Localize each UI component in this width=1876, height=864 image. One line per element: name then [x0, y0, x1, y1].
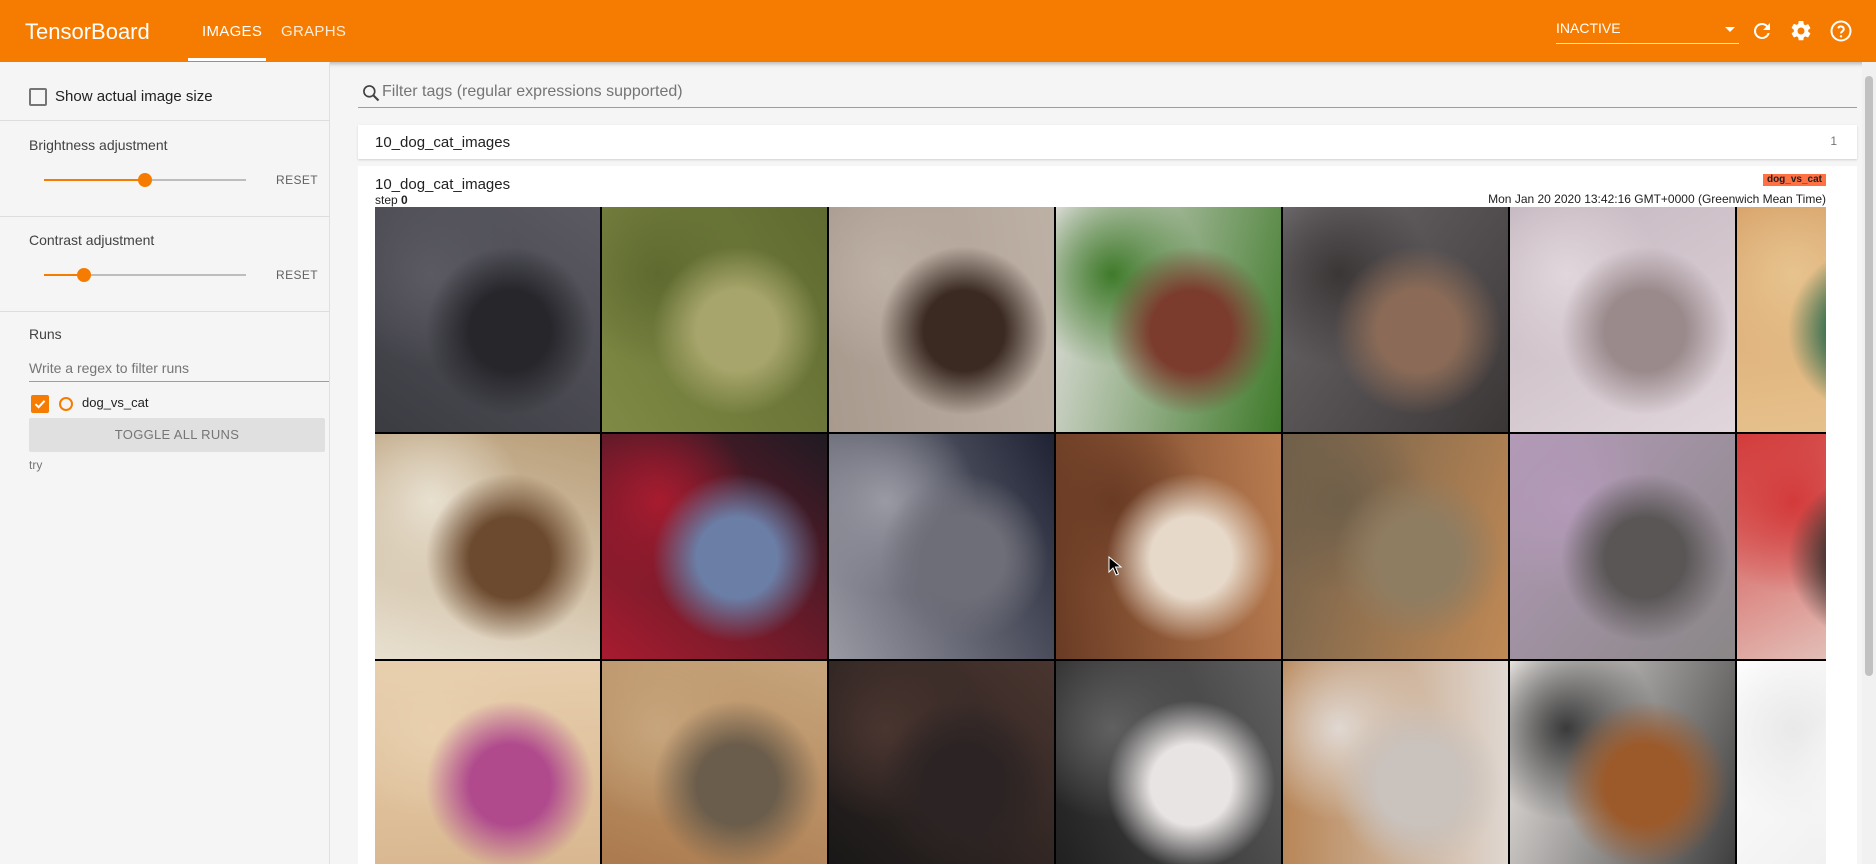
brightness-reset-button[interactable]: RESET [276, 173, 318, 187]
runs-filter-input[interactable]: Write a regex to filter runs [29, 358, 329, 382]
image-thumbnail[interactable] [602, 207, 827, 432]
toggle-all-runs-button[interactable]: TOGGLE ALL RUNS [29, 418, 325, 452]
run-name-dog-vs-cat[interactable]: dog_vs_cat [82, 395, 149, 410]
image-thumbnail[interactable] [602, 434, 827, 659]
brightness-slider[interactable] [44, 173, 246, 187]
image-thumbnail[interactable] [829, 434, 1054, 659]
show-actual-size-label[interactable]: Show actual image size [55, 88, 213, 105]
image-thumbnail[interactable] [1510, 661, 1735, 864]
image-thumbnail[interactable] [1510, 434, 1735, 659]
contrast-slider-thumb[interactable] [77, 268, 91, 282]
image-card: 10_dog_cat_images step 0 dog_vs_cat Mon … [358, 166, 1857, 864]
image-thumbnail[interactable] [1737, 661, 1826, 864]
contrast-reset-button[interactable]: RESET [276, 268, 318, 282]
mouse-cursor-icon [1108, 556, 1122, 576]
sidebar-divider [0, 311, 330, 312]
settings-gear-icon[interactable] [1789, 19, 1813, 43]
app-title[interactable]: TensorBoard [25, 19, 150, 45]
image-timestamp: Mon Jan 20 2020 13:42:16 GMT+0000 (Green… [1488, 192, 1826, 206]
brightness-slider-thumb[interactable] [138, 173, 152, 187]
brightness-slider-fill [44, 179, 145, 181]
top-toolbar: TensorBoard IMAGES GRAPHS INACTIVE [0, 0, 1876, 62]
refresh-icon[interactable] [1750, 19, 1774, 43]
show-actual-size-checkbox[interactable] [29, 88, 47, 106]
sidebar-divider [0, 216, 330, 217]
image-thumbnail[interactable] [1283, 207, 1508, 432]
image-thumbnail[interactable] [1737, 434, 1826, 659]
run-status-value: INACTIVE [1556, 20, 1621, 36]
image-thumbnail[interactable] [1283, 661, 1508, 864]
active-tab-indicator [188, 58, 266, 61]
tag-filter-input[interactable]: Filter tags (regular expressions support… [358, 78, 1857, 108]
sidebar: Show actual image size Brightness adjust… [0, 62, 330, 864]
chevron-down-icon [1725, 27, 1735, 32]
runs-title: Runs [29, 326, 62, 342]
image-thumbnail[interactable] [375, 434, 600, 659]
step-label: step [375, 193, 398, 207]
step-value: 0 [401, 193, 408, 207]
main-scrollbar-thumb[interactable] [1865, 76, 1873, 676]
image-grid[interactable] [375, 207, 1826, 864]
run-chip: dog_vs_cat [1762, 174, 1826, 186]
image-thumbnail[interactable] [1056, 434, 1281, 659]
image-card-step: step 0 [375, 193, 408, 207]
runs-footer-text: try [29, 458, 43, 472]
run-color-radio[interactable] [59, 397, 73, 411]
contrast-slider[interactable] [44, 268, 246, 282]
search-icon [363, 85, 380, 102]
image-thumbnail[interactable] [1737, 207, 1826, 432]
run-status-select[interactable]: INACTIVE [1556, 20, 1739, 44]
contrast-label: Contrast adjustment [29, 232, 155, 248]
run-checkbox-dog-vs-cat[interactable] [31, 395, 49, 413]
main-scrollbar[interactable] [1862, 62, 1876, 864]
image-thumbnail[interactable] [602, 661, 827, 864]
image-thumbnail[interactable] [829, 207, 1054, 432]
tag-filter-placeholder: Filter tags (regular expressions support… [382, 83, 683, 100]
sidebar-divider [0, 120, 330, 121]
help-circle-icon[interactable] [1829, 19, 1853, 43]
image-thumbnail[interactable] [375, 207, 600, 432]
tag-group-name: 10_dog_cat_images [375, 134, 511, 151]
image-thumbnail[interactable] [1510, 207, 1735, 432]
tag-group-count: 1 [1830, 134, 1837, 148]
tag-group-header[interactable]: 10_dog_cat_images 1 [358, 125, 1857, 159]
image-thumbnail[interactable] [1056, 661, 1281, 864]
brightness-label: Brightness adjustment [29, 137, 168, 153]
checkmark-icon [34, 400, 46, 409]
tab-images[interactable]: IMAGES [202, 23, 262, 40]
image-thumbnail[interactable] [375, 661, 600, 864]
image-thumbnail[interactable] [1056, 207, 1281, 432]
tab-graphs[interactable]: GRAPHS [281, 23, 346, 40]
image-thumbnail[interactable] [829, 661, 1054, 864]
image-thumbnail[interactable] [1283, 434, 1508, 659]
image-card-title: 10_dog_cat_images [375, 176, 511, 193]
